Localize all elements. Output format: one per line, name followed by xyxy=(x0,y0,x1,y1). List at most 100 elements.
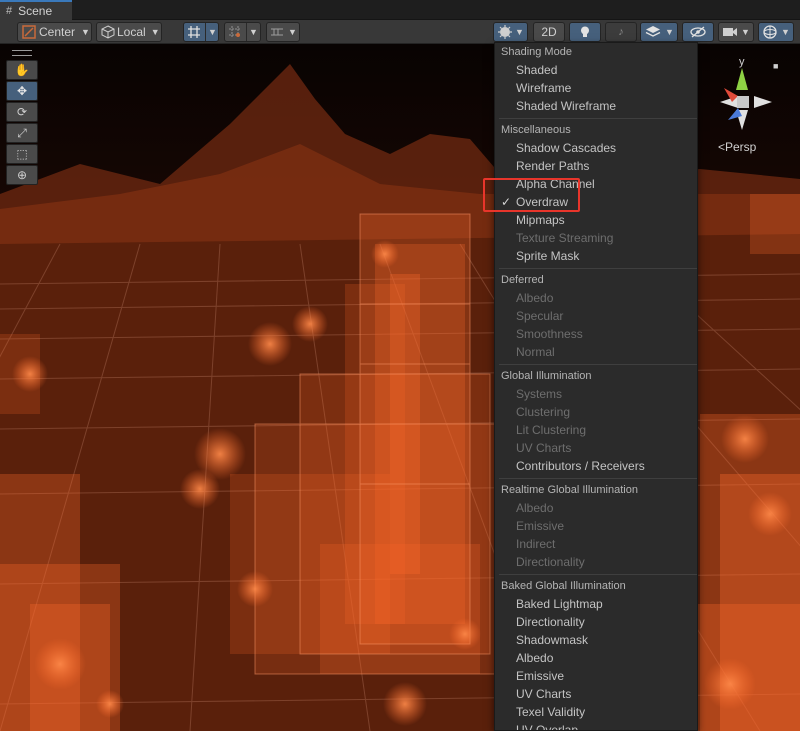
menu-item-label: Albedo xyxy=(516,291,554,305)
menu-item-label: Texel Validity xyxy=(516,705,586,719)
hand-icon: ✋ xyxy=(14,63,30,77)
menu-item-label: Directionality xyxy=(516,615,585,629)
menu-item-shadow-cascades[interactable]: Shadow Cascades xyxy=(495,139,697,157)
menu-item-shadowmask[interactable]: Shadowmask xyxy=(495,631,697,649)
menu-item-label: UV Charts xyxy=(516,687,572,701)
menu-item-label: Indirect xyxy=(516,537,556,551)
scale-icon: ⤢ xyxy=(17,125,27,140)
menu-item-label: Emissive xyxy=(516,519,565,533)
menu-section-header: Baked Global Illumination xyxy=(501,580,626,592)
menu-section-header: Shading Mode xyxy=(501,46,572,58)
menu-item-baked-lightmap[interactable]: Baked Lightmap xyxy=(495,595,697,613)
menu-item-render-paths[interactable]: Render Paths xyxy=(495,157,697,175)
menu-item-uv-charts[interactable]: UV Charts xyxy=(495,685,697,703)
menu-separator xyxy=(499,478,697,479)
menu-item-contributors-receivers[interactable]: Contributors / Receivers xyxy=(495,457,697,475)
menu-item-wireframe[interactable]: Wireframe xyxy=(495,79,697,97)
tool-palette: ✋ ✥ ⟳ ⤢ ⬚ ⊕ xyxy=(6,50,38,186)
menu-item-emissive: Emissive xyxy=(495,517,697,535)
menu-item-label: Directionality xyxy=(516,555,585,569)
menu-item-label: Emissive xyxy=(516,669,565,683)
menu-item-label: Contributors / Receivers xyxy=(516,459,645,473)
hand-tool-button[interactable]: ✋ xyxy=(6,60,38,80)
grid-icon: # xyxy=(6,5,13,17)
menu-item-texture-streaming: Texture Streaming xyxy=(495,229,697,247)
pivot-rotation-label: Local xyxy=(117,25,146,39)
gizmos-dropdown[interactable]: ▼ xyxy=(758,22,794,42)
layers-icon xyxy=(645,26,661,37)
menu-item-indirect: Indirect xyxy=(495,535,697,553)
draw-mode-dropdown[interactable]: ▼ xyxy=(493,22,528,42)
toggle-2d-button[interactable]: 2D xyxy=(533,22,565,42)
menu-item-label: Shadowmask xyxy=(516,633,589,647)
menu-item-label: Shaded xyxy=(516,63,558,77)
menu-item-sprite-mask[interactable]: Sprite Mask xyxy=(495,247,697,265)
projection-toggle[interactable]: <Persp xyxy=(718,140,756,154)
chevron-down-icon: ▼ xyxy=(288,27,297,37)
transform-tool-button[interactable]: ⊕ xyxy=(6,165,38,185)
rect-tool-button[interactable]: ⬚ xyxy=(6,144,38,164)
menu-item-albedo[interactable]: Albedo xyxy=(495,649,697,667)
grid-visibility-button[interactable]: ▼ xyxy=(183,22,219,42)
menu-item-directionality[interactable]: Directionality xyxy=(495,613,697,631)
menu-item-label: Albedo xyxy=(516,651,554,665)
snap-increment-button[interactable]: ▼ xyxy=(224,22,261,42)
menu-section-header: Global Illumination xyxy=(501,370,592,382)
tab-bar: # Scene xyxy=(0,0,800,20)
local-cube-icon xyxy=(101,25,115,39)
menu-item-label: Sprite Mask xyxy=(516,249,580,263)
increment-snap-dropdown[interactable]: ▼ xyxy=(266,22,300,42)
camera-icon xyxy=(723,28,737,36)
scene-lighting-button[interactable] xyxy=(569,22,601,42)
menu-item-label: Overdraw xyxy=(516,195,569,209)
menu-item-label: Clustering xyxy=(516,405,571,419)
menu-separator xyxy=(499,268,697,269)
menu-item-directionality: Directionality xyxy=(495,553,697,571)
menu-item-label: Smoothness xyxy=(516,327,583,341)
menu-item-shaded-wireframe[interactable]: Shaded Wireframe xyxy=(495,97,697,115)
scene-toolbar: Center ▼ Local ▼ ▼ ▼ ▼ ▼ 2D ♪ ▼ ▼ ▼ xyxy=(0,20,800,44)
rect-icon: ⬚ xyxy=(16,147,28,161)
pivot-rotation-dropdown[interactable]: Local ▼ xyxy=(96,22,162,42)
menu-item-alpha-channel[interactable]: Alpha Channel xyxy=(495,175,697,193)
rotate-tool-button[interactable]: ⟳ xyxy=(6,102,38,122)
lightbulb-icon xyxy=(581,26,589,37)
menu-item-shaded[interactable]: Shaded xyxy=(495,61,697,79)
menu-item-label: Lit Clustering xyxy=(516,423,587,437)
checkmark-icon: ✓ xyxy=(501,195,512,209)
camera-settings-dropdown[interactable]: ▼ xyxy=(718,22,754,42)
menu-item-label: Baked Lightmap xyxy=(516,597,603,611)
move-tool-button[interactable]: ✥ xyxy=(6,81,38,101)
scale-tool-button[interactable]: ⤢ xyxy=(6,123,38,143)
draw-mode-icon xyxy=(498,25,512,39)
menu-item-uv-charts: UV Charts xyxy=(495,439,697,457)
menu-section-header: Miscellaneous xyxy=(501,124,571,136)
chevron-down-icon: ▼ xyxy=(515,27,524,37)
chevron-down-icon: ▼ xyxy=(781,27,790,37)
menu-item-uv-overlap[interactable]: UV Overlap xyxy=(495,721,697,730)
draw-mode-menu: Shading Mode Shaded Wireframe Shaded Wirefr… xyxy=(494,42,698,731)
eye-hidden-icon xyxy=(690,26,706,38)
ruler-icon xyxy=(271,28,283,36)
toggle-2d-label: 2D xyxy=(541,25,557,39)
menu-item-albedo: Albedo xyxy=(495,289,697,307)
pivot-mode-dropdown[interactable]: Center ▼ xyxy=(17,22,92,42)
menu-item-label: UV Charts xyxy=(516,441,572,455)
scene-audio-button[interactable]: ♪ xyxy=(605,22,637,42)
menu-item-overdraw[interactable]: ✓ Overdraw xyxy=(495,193,697,211)
draw-mode-menu-body: Shading Mode Shaded Wireframe Shaded Wirefr… xyxy=(495,43,697,730)
hidden-objects-button[interactable] xyxy=(682,22,714,42)
gizmo-y-label: y xyxy=(739,56,745,68)
menu-item-mipmaps[interactable]: Mipmaps xyxy=(495,211,697,229)
menu-item-label: Specular xyxy=(516,309,564,323)
menu-item-emissive[interactable]: Emissive xyxy=(495,667,697,685)
palette-drag-handle[interactable] xyxy=(12,50,32,56)
menu-item-label: Systems xyxy=(516,387,563,401)
chevron-down-icon: ▼ xyxy=(150,27,160,37)
menu-item-texel-validity[interactable]: Texel Validity xyxy=(495,703,697,721)
scene-effects-dropdown[interactable]: ▼ xyxy=(640,22,678,42)
lock-icon[interactable]: ■ xyxy=(773,61,778,71)
menu-item-label: Shadow Cascades xyxy=(516,141,617,155)
tab-scene[interactable]: # Scene xyxy=(0,0,72,20)
menu-section-header: Realtime Global Illumination xyxy=(501,484,638,496)
